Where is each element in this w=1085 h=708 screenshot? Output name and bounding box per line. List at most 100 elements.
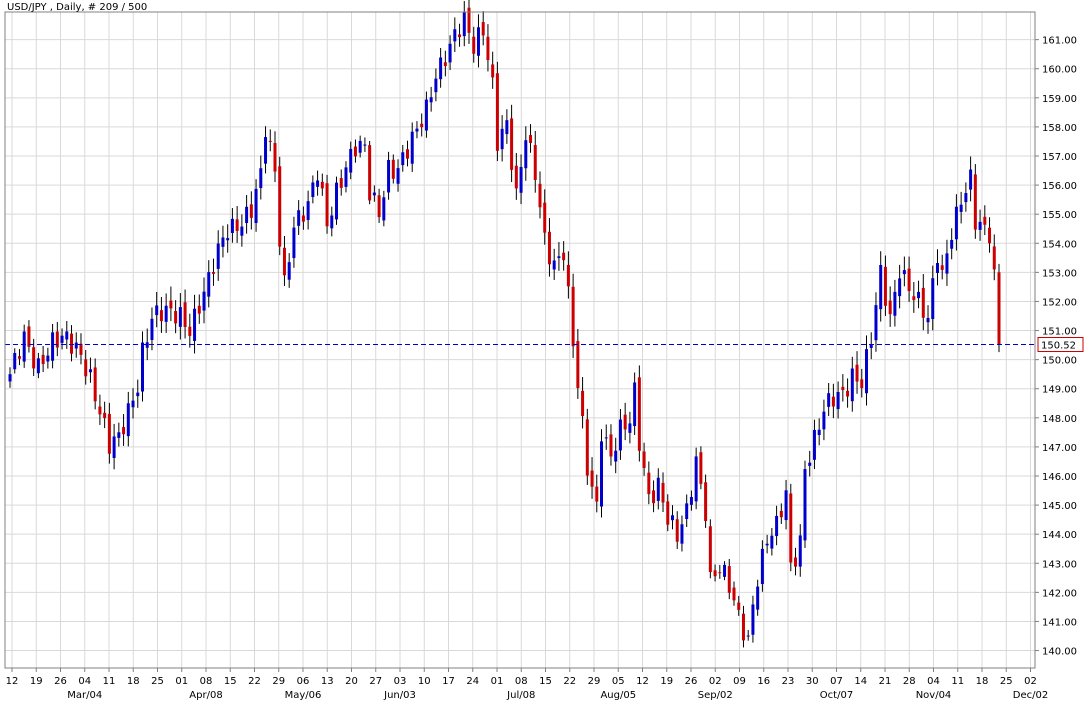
- candle-down: [339, 178, 343, 188]
- x-tick-label: 14: [854, 676, 867, 687]
- candle-up: [689, 497, 693, 505]
- candle-down: [320, 181, 324, 189]
- x-tick-label: 17: [442, 676, 455, 687]
- x-tick-label: 28: [903, 676, 916, 687]
- candle-down: [325, 183, 329, 227]
- candle-up: [917, 291, 921, 299]
- x-tick-label: 12: [6, 676, 19, 687]
- candle-down: [921, 287, 925, 318]
- candle-down: [159, 310, 163, 322]
- y-tick-label: 159.00: [1042, 94, 1077, 105]
- candle-down: [708, 526, 712, 573]
- candle-down: [675, 519, 679, 542]
- x-tick-label: 03: [394, 676, 407, 687]
- y-tick-label: 152.00: [1042, 297, 1077, 308]
- candle-down: [278, 166, 282, 247]
- y-axis: 140.00 141.00 142.00 143.00 144.00 145.00 146.…: [1035, 36, 1084, 658]
- candle-up: [614, 450, 618, 462]
- candle-down: [732, 587, 736, 601]
- candle-down: [41, 354, 45, 365]
- candle-up: [600, 441, 604, 507]
- candle-up: [865, 349, 869, 394]
- candle-down: [666, 501, 670, 525]
- candle-up: [131, 400, 135, 408]
- candle-up: [685, 503, 689, 520]
- x-tick-label: 18: [127, 676, 140, 687]
- candle-up: [126, 403, 130, 437]
- y-tick-label: 147.00: [1042, 443, 1077, 454]
- candle-up: [618, 419, 622, 451]
- candle-down: [571, 286, 575, 347]
- candle-up: [434, 78, 438, 93]
- candle-down: [992, 246, 996, 270]
- candle-up: [945, 253, 949, 274]
- candle-down: [988, 227, 992, 244]
- candle-down: [940, 265, 944, 270]
- candle-down: [249, 204, 253, 218]
- candle-up: [372, 192, 376, 196]
- candle-up: [8, 374, 12, 382]
- x-tick-label: 20: [345, 676, 358, 687]
- y-tick-label: 146.00: [1042, 472, 1077, 483]
- candle-up: [604, 437, 608, 439]
- candle-up: [136, 392, 140, 397]
- candle-up: [893, 291, 897, 316]
- candle-up: [756, 586, 760, 610]
- candle-down: [377, 195, 381, 218]
- candle-up: [415, 128, 419, 132]
- candle-up: [150, 318, 154, 341]
- candle-down: [27, 326, 31, 347]
- candle-up: [292, 227, 296, 259]
- candle-down: [491, 64, 495, 78]
- candle-down: [495, 73, 499, 151]
- candle-down: [562, 252, 566, 261]
- candle-down: [609, 434, 613, 457]
- candle-up: [746, 635, 750, 637]
- x-tick-label: 21: [879, 676, 892, 687]
- candle-down: [301, 215, 305, 222]
- x-tick-label: 08: [515, 676, 528, 687]
- candle-up: [297, 210, 301, 226]
- candle-up: [803, 469, 807, 541]
- candle-up: [74, 342, 78, 349]
- candle-down: [718, 572, 722, 574]
- x-month-label: Dec/02: [1013, 690, 1048, 701]
- candle-down: [17, 356, 21, 359]
- candle-down: [211, 272, 215, 274]
- candle-down: [481, 22, 485, 36]
- candle-down: [912, 296, 916, 301]
- candle-down: [514, 165, 518, 189]
- candle-up: [751, 604, 755, 635]
- candle-up: [51, 332, 55, 361]
- candle-down: [510, 118, 514, 170]
- candle-down: [704, 482, 708, 522]
- x-month-label: Nov/04: [916, 690, 952, 701]
- x-tick-label: 02: [709, 676, 722, 687]
- candle-up: [462, 12, 466, 37]
- candle-up: [552, 260, 556, 270]
- candle-down: [103, 412, 107, 419]
- x-tick-label: 22: [563, 676, 576, 687]
- candle-up: [226, 238, 230, 241]
- candle-down: [713, 570, 717, 577]
- candle-up: [628, 423, 632, 433]
- candle-down: [997, 272, 1001, 345]
- candle-up: [931, 278, 935, 320]
- candle-down: [789, 493, 793, 563]
- candle-down: [533, 145, 537, 180]
- x-tick-label: 19: [30, 676, 43, 687]
- y-tick-label: 155.00: [1042, 210, 1077, 221]
- candle-up: [902, 270, 906, 275]
- candle-up: [155, 305, 159, 316]
- x-tick-label: 07: [830, 676, 843, 687]
- candle-up: [207, 272, 211, 297]
- x-tick-label: 26: [685, 676, 698, 687]
- x-tick-label: 05: [612, 676, 625, 687]
- x-tick-label: 01: [491, 676, 504, 687]
- candle-up: [836, 392, 840, 410]
- candle-up: [822, 411, 826, 430]
- candlestick-chart: 140.00 141.00 142.00 143.00 144.00 145.00 146.…: [0, 0, 1085, 704]
- candle-up: [680, 524, 684, 544]
- y-tick-label: 156.00: [1042, 181, 1077, 192]
- y-tick-label: 161.00: [1042, 36, 1077, 47]
